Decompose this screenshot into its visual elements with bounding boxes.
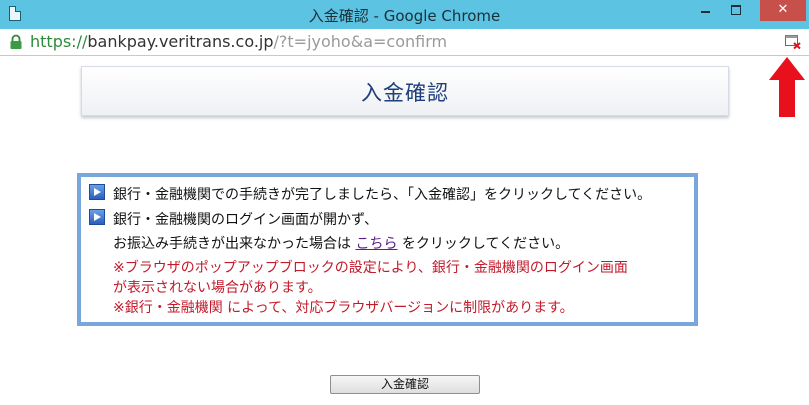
- page-title: 入金確認: [361, 81, 449, 105]
- close-button[interactable]: ✕: [760, 0, 806, 21]
- popup-blocked-icon[interactable]: [785, 35, 801, 49]
- browser-support-note: ※銀行・金融機関 によって、対応ブラウザバージョンに制限があります。: [113, 300, 574, 316]
- minimize-icon: [701, 10, 710, 13]
- url-host: bankpay.veritrans.co.jp: [87, 32, 274, 51]
- url-text[interactable]: https://bankpay.veritrans.co.jp/?t=jyoho…: [30, 32, 447, 52]
- confirm-payment-button[interactable]: 入金確認: [330, 375, 480, 394]
- popup-block-note-line-1: ※ブラウザのポップアップブロックの設定により、銀行・金融機関のログイン画面: [113, 260, 628, 276]
- minimize-button[interactable]: [692, 0, 719, 21]
- instructions-box: 銀行・金融機関での手続きが完了しましたら、「入金確認」をクリックしてください。 …: [77, 173, 698, 326]
- close-icon: ✕: [777, 2, 789, 17]
- here-link[interactable]: こちら: [355, 236, 397, 252]
- popup-block-note-line-2: が表示されない場合があります。: [113, 280, 322, 296]
- browser-window: 入金確認 - Google Chrome ✕ https://bankpay.v…: [0, 0, 809, 405]
- window-title: 入金確認 - Google Chrome: [308, 7, 501, 25]
- instruction-line-2: 銀行・金融機関のログイン画面が開かず、: [113, 212, 379, 228]
- instruction-line-3-prefix: お振込み手続きが出来なかった場合は: [113, 236, 356, 252]
- title-bar[interactable]: 入金確認 - Google Chrome ✕: [0, 0, 809, 29]
- page-header-banner: 入金確認: [81, 66, 729, 116]
- instruction-line-1: 銀行・金融機関での手続きが完了しましたら、「入金確認」をクリックしてください。: [113, 187, 652, 203]
- instruction-line-3-suffix: をクリックしてください。: [397, 236, 570, 252]
- maximize-button[interactable]: [722, 0, 749, 21]
- play-bullet-icon: [89, 209, 105, 225]
- red-arrow-icon: [769, 57, 805, 117]
- url-path: /?t=jyoho&a=confirm: [273, 32, 448, 51]
- play-bullet-icon: [89, 184, 105, 200]
- lock-icon: [10, 34, 22, 49]
- instruction-line-3: お振込み手続きが出来なかった場合は こちら をクリックしてください。: [113, 233, 569, 253]
- maximize-icon: [730, 4, 741, 15]
- address-bar[interactable]: https://bankpay.veritrans.co.jp/?t=jyoho…: [0, 29, 809, 56]
- url-scheme: https://: [30, 32, 88, 51]
